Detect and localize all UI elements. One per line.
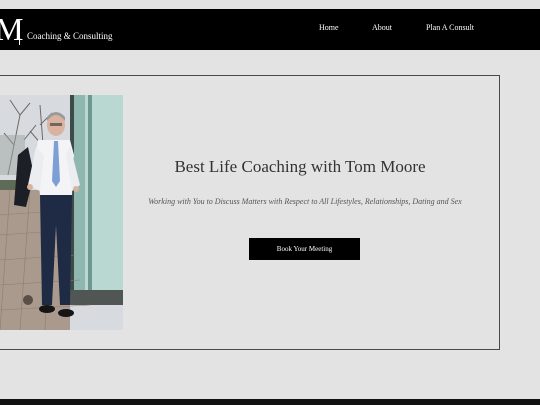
- nav-plan-consult-link[interactable]: Plan A Consult: [426, 23, 474, 32]
- logo-tagline[interactable]: Coaching & Consulting: [27, 31, 113, 41]
- hero-subtitle: Working with You to Discuss Matters with…: [148, 197, 462, 206]
- site-header: M Coaching & Consulting Home About Plan …: [0, 9, 540, 50]
- hero-title: Best Life Coaching with Tom Moore: [174, 157, 426, 176]
- coach-photo: [0, 95, 123, 330]
- bottom-bar: [0, 399, 540, 405]
- nav-about-link[interactable]: About: [372, 23, 392, 32]
- nav-home-link[interactable]: Home: [319, 23, 339, 32]
- logo-divider: [19, 21, 20, 45]
- book-meeting-button[interactable]: Book Your Meeting: [249, 238, 360, 260]
- top-strip: [0, 0, 540, 9]
